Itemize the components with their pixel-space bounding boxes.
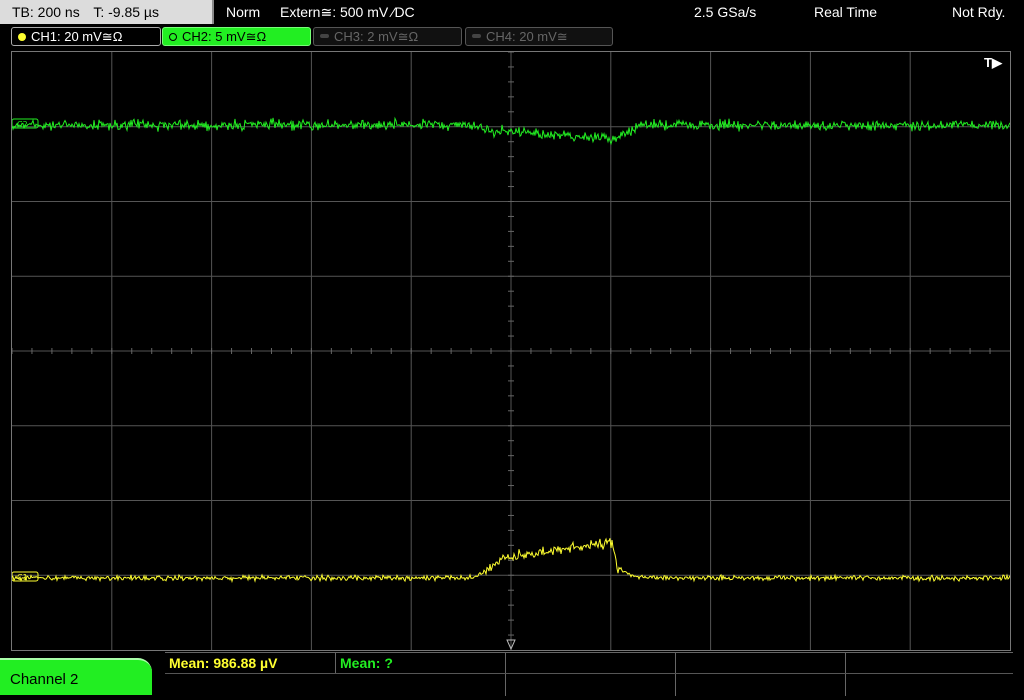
meas-divider (335, 653, 336, 673)
ch3-indicator-icon (320, 34, 329, 38)
measurement-ch2-mean[interactable]: Mean: ? (340, 653, 393, 673)
trigger-source[interactable]: Extern≅: 500 mV ⁄DC (280, 0, 415, 24)
meas-row-divider (165, 673, 1013, 674)
tab-ch3-label: CH3: 2 mV≅Ω (334, 29, 419, 44)
ch2-marker-label: C2 (17, 120, 28, 129)
graticule-center-ticks (12, 52, 991, 636)
tab-ch2-label: CH2: 5 mV≅Ω (182, 29, 267, 44)
tab-ch2[interactable]: CH2: 5 mV≅Ω (162, 27, 311, 46)
top-status-bar: TB: 200 ns T: -9.85 µs Norm Extern≅: 500… (0, 0, 1024, 24)
channel-tab-row: CH1: 20 mV≅Ω CH2: 5 mV≅Ω CH3: 2 mV≅Ω CH4… (0, 26, 1024, 48)
timebase-box[interactable]: TB: 200 ns T: -9.85 µs (0, 0, 214, 24)
tab-ch4-label: CH4: 20 mV≅ (486, 29, 568, 44)
acquisition-state: Not Rdy. (952, 4, 1006, 20)
waveform-display[interactable]: C2 C1 T▶ (11, 51, 1011, 651)
tab-ch3[interactable]: CH3: 2 mV≅Ω (313, 27, 462, 46)
meas-divider (505, 653, 506, 696)
trigger-mode[interactable]: Norm (226, 0, 260, 24)
trigger-level-marker[interactable]: T▶ (984, 55, 1003, 70)
measurement-ch1-mean[interactable]: Mean: 986.88 µV (169, 653, 277, 673)
meas-divider (845, 653, 846, 696)
channel-softkey[interactable]: Channel 2 (0, 658, 152, 695)
ch1-marker-label: C1 (17, 573, 28, 582)
ch2-indicator-icon (169, 33, 177, 41)
tab-ch4[interactable]: CH4: 20 mV≅ (465, 27, 613, 46)
waveform-svg: C2 C1 T▶ (12, 52, 1010, 650)
ch1-indicator-icon (18, 33, 26, 41)
sample-rate: 2.5 GSa/s (694, 4, 757, 20)
trigger-time-value: T: -9.85 µs (93, 4, 159, 20)
bottom-bar: Channel 2 Mean: 986.88 µV Mean: ? (0, 652, 1024, 696)
timebase-value: TB: 200 ns (12, 4, 80, 20)
measurement-table: Mean: 986.88 µV Mean: ? (165, 652, 1013, 696)
tab-ch1-label: CH1: 20 mV≅Ω (31, 29, 123, 44)
tab-ch1[interactable]: CH1: 20 mV≅Ω (11, 27, 161, 46)
meas-divider (675, 653, 676, 696)
ch4-indicator-icon (472, 34, 481, 38)
acquisition-mode: Real Time (814, 4, 878, 20)
